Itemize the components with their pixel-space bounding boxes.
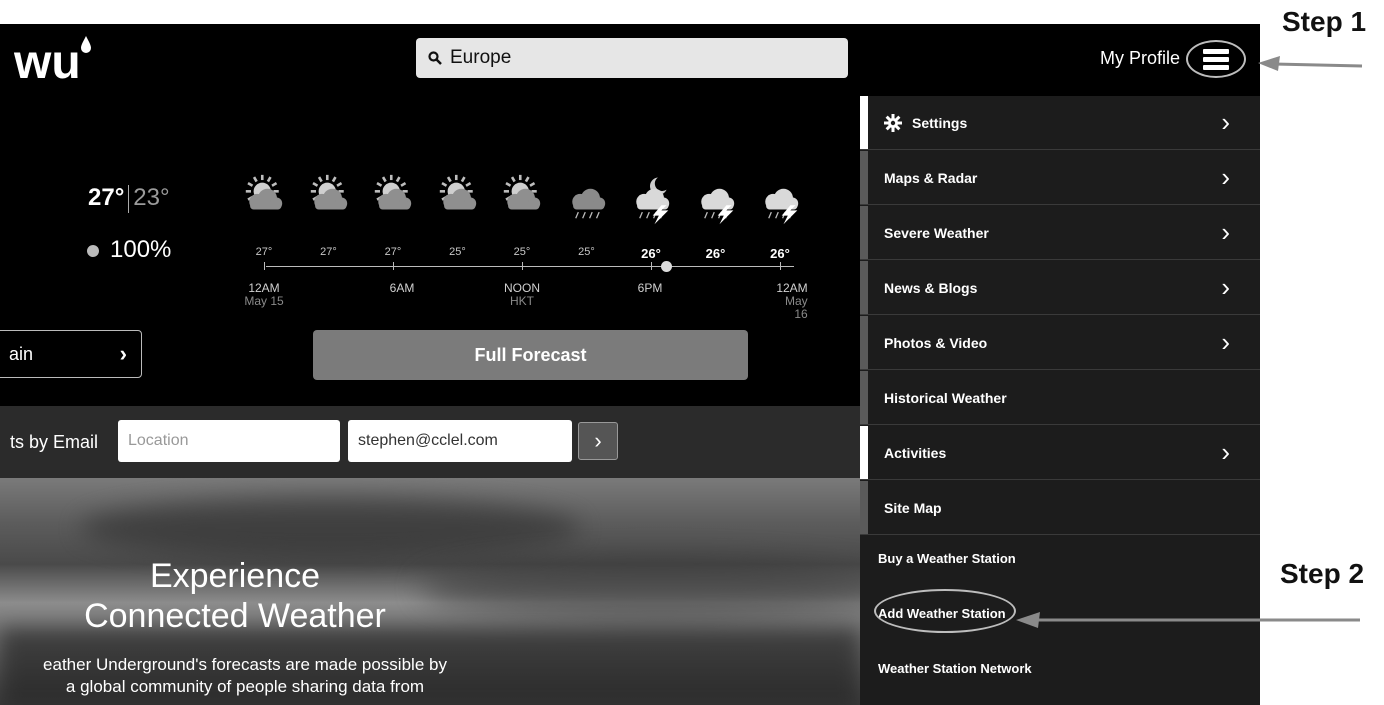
timeline-label: 6PM <box>637 281 663 295</box>
partly-sunny-icon <box>503 174 541 210</box>
search-bar[interactable]: Europe <box>416 38 848 78</box>
menu-item-severe-weather[interactable]: Severe Weather › <box>860 206 1260 260</box>
chevron-right-icon: › <box>1221 217 1230 247</box>
thunderstorm-icon <box>700 188 734 225</box>
chevron-right-icon: › <box>1221 327 1230 357</box>
buy-weather-station-link[interactable]: Buy a Weather Station <box>878 551 1016 566</box>
hourly-temp: 25° <box>513 246 531 258</box>
low-temp: 23° <box>133 184 170 211</box>
partly-sunny-icon <box>439 174 476 210</box>
menu-button[interactable] <box>1186 40 1246 78</box>
timeline-tick <box>780 262 781 270</box>
chevron-right-icon: › <box>119 341 127 366</box>
again-label: ain <box>9 343 34 364</box>
search-icon <box>428 51 442 65</box>
rain-icon <box>571 188 605 219</box>
hourly-temp: 26° <box>641 246 661 261</box>
current-temps: 27° 23° <box>88 184 170 213</box>
wu-logo[interactable]: wu <box>14 34 104 84</box>
partly-sunny-icon <box>245 174 283 210</box>
high-temp: 27° <box>88 184 125 211</box>
email-alerts-label: ts by Email <box>10 432 99 452</box>
hourly-temp: 27° <box>320 246 337 258</box>
chevron-right-icon: › <box>1221 107 1230 137</box>
chevron-right-icon: › <box>1221 272 1230 302</box>
hourly-temp: 25° <box>578 246 595 258</box>
timeline-tick <box>651 262 652 270</box>
partly-sunny-icon <box>374 174 412 210</box>
hamburger-icon <box>1203 46 1229 73</box>
hourly-temp: 25° <box>449 246 466 258</box>
step-1-label: Step 1 <box>1282 6 1367 37</box>
hourly-temp: 27° <box>255 246 273 258</box>
menu-item-maps-radar[interactable]: Maps & Radar › <box>860 151 1260 205</box>
menu-item-news-blogs[interactable]: News & Blogs › <box>860 261 1260 315</box>
hourly-temp: 27° <box>384 246 402 258</box>
submit-email-button[interactable]: › <box>578 422 618 460</box>
menu-item-photos-video[interactable]: Photos & Video › <box>860 316 1260 370</box>
again-button[interactable]: ain › <box>0 330 142 378</box>
chevron-right-icon: › <box>1221 162 1230 192</box>
timeline-tick <box>522 262 523 270</box>
timeline-marker[interactable] <box>661 261 672 272</box>
add-station-highlight <box>874 589 1016 633</box>
my-profile-link[interactable]: My Profile <box>1100 48 1180 69</box>
search-value: Europe <box>450 47 512 68</box>
timeline-label: 12AM May 15 <box>244 281 284 308</box>
hourly-forecast: 27° 27° 27° 25° 25° 25° 26° 26° 26° 12AM May 15 6A… <box>220 174 820 324</box>
timeline-label: 6AM <box>389 281 415 295</box>
hourly-temp: 26° <box>705 246 726 261</box>
timeline-label: NOON HKT <box>504 281 540 308</box>
menu-item-historical-weather[interactable]: Historical Weather <box>860 371 1260 425</box>
precip-chance: 100% <box>86 236 171 264</box>
step-2-arrow <box>1016 612 1360 628</box>
full-forecast-button[interactable]: Full Forecast <box>313 330 748 380</box>
partly-sunny-icon <box>310 174 347 210</box>
timeline-tick <box>264 262 265 270</box>
menu-item-site-map[interactable]: Site Map <box>860 481 1260 535</box>
hero-banner: Experience Connected Weather eather Unde… <box>0 478 860 705</box>
weather-station-network-link[interactable]: Weather Station Network <box>878 661 1032 676</box>
step-2-label: Step 2 <box>1280 558 1365 589</box>
email-input[interactable]: stephen@cclel.com <box>348 420 572 462</box>
hero-title: Experience Connected Weather <box>84 557 386 635</box>
menu-item-activities[interactable]: Activities › <box>860 426 1260 480</box>
hourly-temp: 26° <box>770 246 790 261</box>
timeline <box>266 266 794 267</box>
raindrop-icon <box>87 245 99 257</box>
chevron-right-icon: › <box>1221 437 1230 467</box>
email-alerts-row: ts by Email Location stephen@cclel.com › <box>0 406 860 478</box>
night-thunderstorm-icon <box>636 177 670 225</box>
chevron-right-icon: › <box>594 428 602 453</box>
location-input[interactable]: Location <box>118 420 340 462</box>
top-bar: wu Europe My Profile <box>0 24 1260 96</box>
gear-icon <box>884 113 902 132</box>
screenshot-frame: wu Europe My Profile 27° 23° 100% 27° 27° 2… <box>0 24 1260 705</box>
precip-value: 100% <box>110 236 172 263</box>
menu-item-settings[interactable]: Settings › <box>860 96 1260 150</box>
step-1-arrow <box>1258 56 1363 71</box>
timeline-tick <box>393 262 394 270</box>
svg-text:wu: wu <box>14 36 81 84</box>
timeline-label: 12AM May 16 <box>776 281 808 321</box>
thunderstorm-icon <box>765 188 799 225</box>
hero-description: eather Underground's forecasts are made … <box>43 655 447 696</box>
